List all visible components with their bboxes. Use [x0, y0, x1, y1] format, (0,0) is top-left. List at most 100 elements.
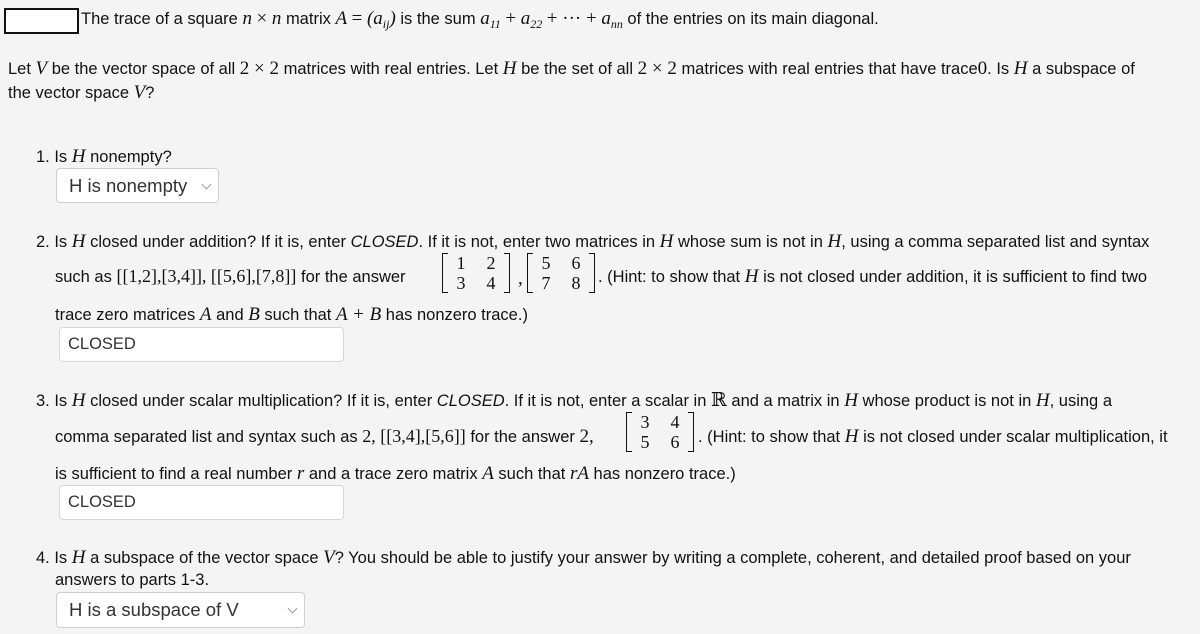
math-scalar: 2,: [579, 426, 594, 447]
matrix-cell: 2: [486, 253, 496, 273]
text: matrices with real entries. Let: [283, 60, 499, 78]
text: is not closed under scalar multiplicatio…: [863, 428, 1168, 446]
text: whose sum is not in: [677, 233, 823, 251]
a11-sub: 11: [489, 17, 501, 31]
text: and: [216, 306, 244, 324]
text: and a matrix in: [731, 392, 840, 410]
math-V: V: [35, 58, 48, 79]
text: answers to parts 1-3.: [55, 571, 210, 589]
comma: ,: [518, 268, 523, 289]
a22-sub: 22: [530, 17, 543, 31]
q3-line-1: 3. Is H closed under scalar multiplicati…: [36, 389, 1112, 412]
math-V: V: [133, 82, 146, 103]
text: trace zero matrices: [55, 306, 196, 324]
text: The trace of a square: [81, 10, 238, 28]
math-B: B: [248, 304, 260, 325]
math-r: r: [296, 463, 305, 484]
q3-answer-input[interactable]: CLOSED: [59, 485, 344, 520]
math-H: H: [71, 390, 86, 411]
text: 3. Is: [36, 392, 68, 410]
text: the vector space: [8, 84, 130, 102]
q3-line-2a: comma separated list and syntax such as …: [55, 426, 594, 448]
text: is sufficient to find a real number: [55, 465, 293, 483]
math-H: H: [1035, 390, 1050, 411]
math-H: H: [1013, 58, 1028, 79]
select-value: H is nonempty: [69, 174, 188, 196]
q3-line-2b: . (Hint: to show that H is not closed un…: [698, 426, 1168, 448]
text: has nonzero trace.): [593, 465, 736, 483]
matrix-cell: 4: [670, 412, 680, 432]
matrix-cell: 5: [640, 432, 650, 452]
ann-base: a: [601, 8, 611, 29]
text: . (Hint: to show that: [598, 268, 741, 286]
a22-base: a: [520, 8, 531, 29]
example-matrix-2: 5 6 7 8: [527, 253, 595, 293]
text: such that: [498, 465, 566, 483]
math-a11: a11: [480, 8, 501, 31]
q2-answer-input[interactable]: CLOSED: [59, 327, 344, 362]
select-value: H is a subspace of V: [69, 599, 239, 620]
text: 4. Is: [36, 549, 68, 567]
aij-close: ): [389, 8, 396, 29]
math-A: A: [482, 463, 494, 484]
math-rA: rA: [569, 463, 589, 484]
text: be the vector space of all: [51, 60, 236, 78]
math-V: V: [323, 547, 335, 568]
q2-line-1: 2. Is H closed under addition? If it is,…: [36, 231, 1149, 253]
text: , using a comma separated list and synta…: [841, 233, 1150, 251]
syntax-example: 2, [[3,4],[5,6]]: [362, 426, 466, 446]
math-ann: ann: [601, 8, 623, 31]
text: such that: [264, 306, 332, 324]
q4-line-2: answers to parts 1-3.: [55, 571, 209, 590]
matrix-cell: 3: [640, 412, 650, 432]
problem-line-2: the vector space V?: [8, 82, 154, 104]
q4-line-1: 4. Is H a subspace of the vector space V…: [36, 547, 1131, 569]
q2-line-3: trace zero matrices A and B such that A …: [55, 304, 528, 326]
chevron-down-icon: [201, 179, 212, 190]
q4-subspace-select[interactable]: H is a subspace of V: [56, 592, 305, 628]
math-H: H: [827, 231, 842, 252]
text: and a trace zero matrix: [308, 465, 478, 483]
math-A-plus-B: A + B: [335, 304, 382, 325]
bracket-left: [626, 412, 632, 452]
math-A: A: [335, 8, 348, 29]
q2-line-2a: such as [[1,2],[3,4]], [[5,6],[7,8]] for…: [55, 266, 406, 287]
bracket-right: [688, 412, 694, 452]
math-plus-dots: + ··· +: [546, 8, 597, 29]
text: nonempty?: [90, 148, 172, 166]
math-H: H: [844, 426, 859, 447]
math-reals: ℝ: [711, 390, 727, 411]
matrix-cell: 3: [456, 273, 466, 293]
text: . Is: [987, 60, 1010, 78]
problem-line-1: Let V be the vector space of all 2 × 2 m…: [8, 58, 1135, 80]
text: such as: [55, 268, 112, 286]
answer-box[interactable]: [4, 8, 79, 34]
math-n: n: [271, 8, 282, 29]
example-matrix-1: 1 2 3 4: [442, 253, 510, 293]
matrix-cell: 1: [456, 253, 466, 273]
text: be the set of all: [521, 60, 634, 78]
math-times: ×: [256, 8, 268, 29]
text: is the sum: [400, 10, 476, 28]
text: ? You should be able to justify your ans…: [334, 549, 1131, 567]
a11-base: a: [480, 8, 490, 29]
closed-keyword: CLOSED: [350, 233, 419, 251]
trace-definition: The trace of a square n × n matrix A = (…: [81, 8, 879, 32]
text: . (Hint: to show that: [698, 428, 841, 446]
q1-nonempty-select[interactable]: H is nonempty: [56, 168, 219, 203]
text: 2. Is: [36, 233, 68, 251]
math-H: H: [659, 231, 674, 252]
closed-keyword: CLOSED: [436, 392, 505, 410]
text: closed under scalar multiplication? If i…: [90, 392, 433, 410]
bracket-left: [527, 253, 533, 293]
text: comma separated list and syntax such as: [55, 428, 358, 446]
text: ?: [145, 84, 155, 102]
matrix-cell: 6: [670, 432, 680, 452]
aij-base: (a: [366, 8, 383, 29]
math-H: H: [71, 146, 86, 167]
ann-sub: nn: [610, 17, 623, 31]
example-matrix-3: 3 4 5 6: [626, 412, 694, 452]
bracket-right: [504, 253, 510, 293]
text: closed under addition? If it is, enter: [90, 233, 347, 251]
matrix-cell: 7: [541, 273, 551, 293]
